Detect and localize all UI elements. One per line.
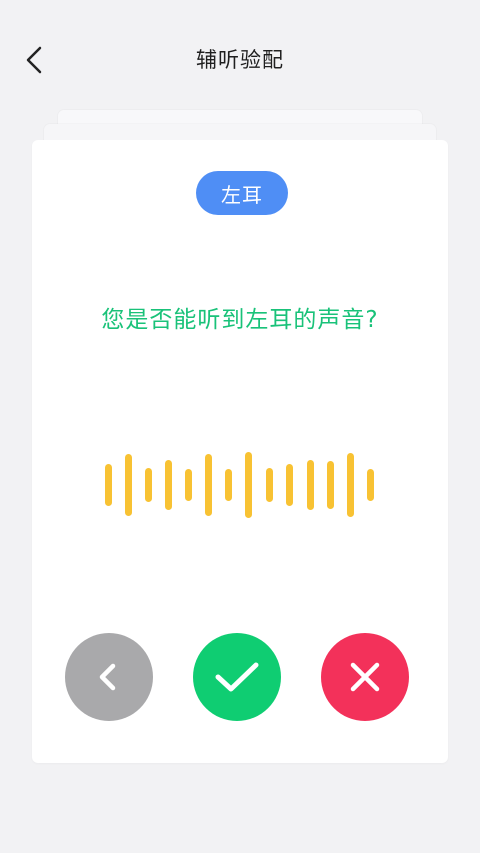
wave-bar: [307, 460, 314, 510]
wave-bar: [205, 454, 212, 516]
wave-bar: [266, 468, 273, 502]
wave-bar: [125, 454, 132, 516]
chevron-left-icon: [99, 663, 116, 691]
sound-waveform: [105, 452, 374, 518]
checkmark-icon: [215, 662, 259, 692]
wave-bar: [165, 460, 172, 510]
ear-badge: 左耳: [196, 171, 288, 215]
hearing-fitting-screen: 辅听验配 左耳 您是否能听到左耳的声音?: [0, 0, 480, 853]
page-title: 辅听验配: [196, 48, 284, 72]
wave-bar: [145, 468, 152, 502]
wave-bar: [367, 469, 374, 501]
previous-button[interactable]: [65, 633, 153, 721]
wave-bar: [245, 452, 252, 518]
close-icon: [350, 662, 380, 692]
wave-bar: [105, 464, 112, 506]
top-bar: 辅听验配: [0, 0, 480, 120]
yes-can-hear-button[interactable]: [193, 633, 281, 721]
no-cannot-hear-button[interactable]: [321, 633, 409, 721]
wave-bar: [225, 469, 232, 501]
hearing-question: 您是否能听到左耳的声音?: [101, 307, 379, 333]
wave-bar: [286, 464, 293, 506]
wave-bar: [347, 453, 354, 517]
wave-bar: [185, 469, 192, 501]
wave-bar: [327, 461, 334, 509]
fitting-card: 左耳 您是否能听到左耳的声音?: [32, 140, 448, 763]
